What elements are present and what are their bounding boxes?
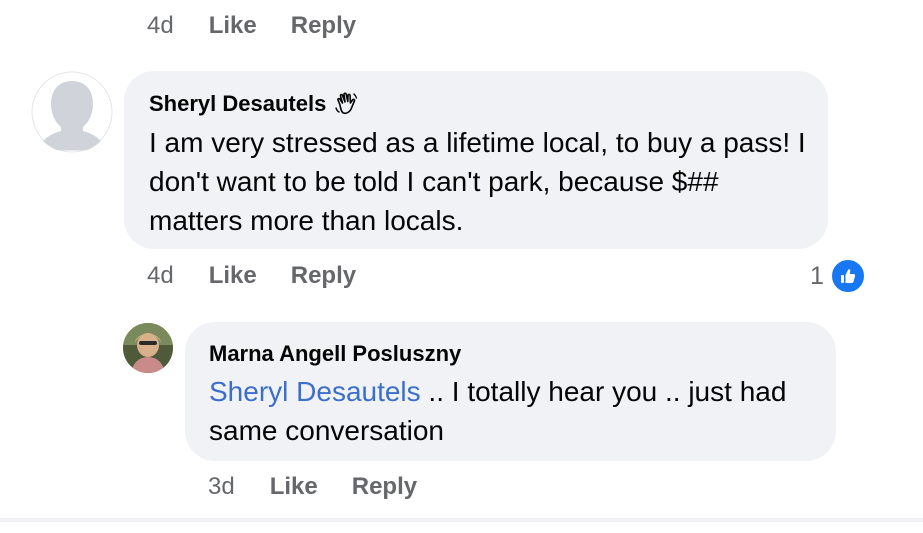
comment-actions: 4d Like Reply: [147, 262, 390, 290]
profile-photo-icon: [123, 323, 173, 373]
reaction-summary[interactable]: 1: [810, 258, 866, 294]
like-button[interactable]: Like: [209, 12, 257, 40]
like-button[interactable]: Like: [209, 262, 257, 290]
comment-text: I am very stressed as a lifetime local, …: [149, 127, 806, 236]
comment-timestamp[interactable]: 4d: [147, 262, 174, 290]
mention-link[interactable]: Sheryl Desautels: [209, 376, 421, 407]
avatar[interactable]: [123, 323, 173, 373]
reply-actions: 3d Like Reply: [208, 473, 451, 501]
like-button[interactable]: Like: [270, 473, 318, 501]
reply-text: Sheryl Desautels .. I totally hear you .…: [209, 372, 824, 450]
reply-timestamp[interactable]: 3d: [208, 473, 235, 501]
wave-hand-icon: [334, 91, 360, 117]
comment-bubble: Sheryl Desautels I am very stressed as a…: [124, 71, 828, 249]
comment-author-name[interactable]: Sheryl Desautels: [149, 91, 326, 117]
reaction-count: 1: [810, 261, 824, 290]
thumbs-up-icon: [829, 258, 866, 294]
comment-thread: 4d Like Reply Sheryl Desautels I am very…: [0, 0, 923, 533]
comment-author[interactable]: Sheryl Desautels: [149, 91, 360, 117]
previous-comment-actions: 4d Like Reply: [147, 12, 390, 40]
reply-button[interactable]: Reply: [291, 12, 356, 40]
comment-timestamp[interactable]: 4d: [147, 12, 174, 40]
reply-author[interactable]: Marna Angell Posluszny: [209, 341, 461, 367]
avatar[interactable]: [31, 71, 113, 153]
reply-button[interactable]: Reply: [352, 473, 417, 501]
default-avatar-icon: [31, 71, 113, 153]
divider: [0, 518, 923, 522]
reply-bubble: Marna Angell Posluszny Sheryl Desautels …: [185, 322, 836, 461]
reply-button[interactable]: Reply: [291, 262, 356, 290]
